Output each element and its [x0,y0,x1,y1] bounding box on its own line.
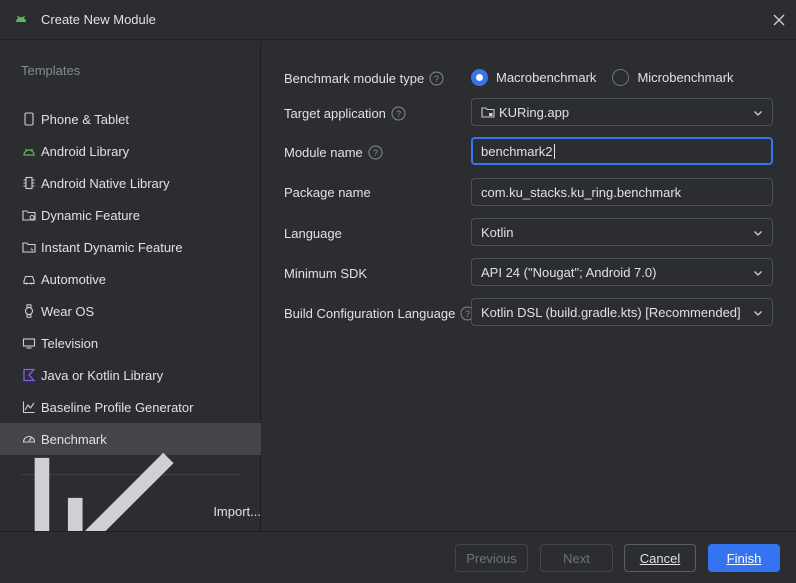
sidebar-item-label: Android Native Library [41,175,170,191]
sidebar-item-label: Dynamic Feature [41,207,140,223]
tv-icon [22,338,36,349]
sidebar-item-label: Android Library [41,143,130,159]
module-config-form: Benchmark module type ? Macrobenchmark M… [262,41,796,531]
next-label: Next [563,550,590,566]
sidebar-item-label: Phone & Tablet [41,111,129,127]
target-application-row: Target application ? [284,99,406,127]
cancel-label: Cancel [639,550,681,566]
target-application-dropdown[interactable]: KURing.app [471,98,773,126]
svg-text:?: ? [396,109,401,119]
sidebar-item-automotive[interactable]: Automotive [0,263,261,295]
car-icon [23,275,35,285]
module-name-input[interactable]: benchmark2 [471,137,773,165]
native-library-icon [23,176,35,190]
import-label: Import... [213,503,261,519]
radio-label: Macrobenchmark [496,69,597,85]
close-icon[interactable] [770,11,788,29]
target-application-value: KURing.app [499,104,570,120]
dynamic-feature-icon [22,210,36,221]
profile-chart-icon [22,401,35,414]
templates-label: Templates [21,63,81,78]
instant-feature-icon [22,242,36,253]
title-bar: Create New Module [0,0,796,40]
help-icon[interactable]: ? [391,106,406,121]
module-name-value: benchmark2 [481,143,553,159]
phone-icon [24,112,34,126]
sidebar-item-label: Java or Kotlin Library [41,367,164,383]
radio-label: Microbenchmark [637,69,734,85]
sidebar-item-label: Wear OS [41,303,95,319]
sidebar-item-television[interactable]: Television [0,327,261,359]
sidebar-item-android-library[interactable]: Android Library [0,135,261,167]
finish-button[interactable]: Finish [708,544,780,572]
macrobenchmark-radio[interactable]: Macrobenchmark [471,68,597,86]
sidebar-item-java-kotlin-library[interactable]: Java or Kotlin Library [0,359,261,391]
build-config-language-value: Kotlin DSL (build.gradle.kts) [Recommend… [481,304,741,320]
previous-label: Previous [466,550,517,566]
language-dropdown[interactable]: Kotlin [471,218,773,246]
templates-sidebar: Templates Phone & Tablet Android Library… [0,41,261,583]
kotlin-icon [23,368,36,382]
cancel-button[interactable]: Cancel [624,544,696,572]
package-name-value: com.ku_stacks.ku_ring.benchmark [481,184,682,200]
benchmark-type-label: Benchmark module type [284,70,425,86]
chevron-down-icon [754,311,762,316]
language-value: Kotlin [481,224,514,240]
module-name-label: Module name [284,144,363,160]
sidebar-item-phone-tablet[interactable]: Phone & Tablet [0,103,261,135]
module-folder-icon [481,107,495,118]
watch-icon [24,304,34,318]
sidebar-item-label: Baseline Profile Generator [41,399,194,415]
finish-label: Finish [726,550,762,566]
minimum-sdk-row: Minimum SDK [284,259,367,287]
previous-button[interactable]: Previous [455,544,528,572]
help-icon[interactable]: ? [429,71,444,86]
microbenchmark-radio[interactable]: Microbenchmark [612,68,734,86]
help-icon[interactable]: ? [368,145,383,160]
package-name-label: Package name [284,184,371,200]
sidebar-item-instant-dynamic-feature[interactable]: Instant Dynamic Feature [0,231,261,263]
svg-text:?: ? [434,74,439,84]
dialog-title: Create New Module [41,12,156,27]
minimum-sdk-dropdown[interactable]: API 24 ("Nougat"; Android 7.0) [471,258,773,286]
sidebar-item-label: Television [41,335,99,351]
package-name-row: Package name [284,178,371,206]
minimum-sdk-label: Minimum SDK [284,265,368,281]
svg-text:?: ? [373,148,378,158]
language-label: Language [284,225,342,241]
svg-text:?: ? [465,309,470,319]
radio-selected-indicator [471,68,488,86]
android-icon [23,148,35,156]
text-caret [553,143,555,159]
package-name-input[interactable]: com.ku_stacks.ku_ring.benchmark [471,178,773,206]
build-config-language-dropdown[interactable]: Kotlin DSL (build.gradle.kts) [Recommend… [471,298,773,326]
chevron-down-icon [754,231,762,236]
benchmark-type-radio-group: Macrobenchmark Microbenchmark [471,66,750,88]
minimum-sdk-value: API 24 ("Nougat"; Android 7.0) [481,264,657,280]
build-config-language-label: Build Configuration Language [284,305,456,321]
radio-unselected-indicator [612,68,630,86]
sidebar-item-wear-os[interactable]: Wear OS [0,295,261,327]
android-studio-icon [16,15,26,22]
benchmark-type-row: Benchmark module type ? [284,64,444,92]
sidebar-item-dynamic-feature[interactable]: Dynamic Feature [0,199,261,231]
import-button[interactable]: Import... [0,452,261,583]
language-row: Language [284,219,342,247]
target-application-label: Target application [284,105,386,121]
sidebar-item-android-native-library[interactable]: Android Native Library [0,167,261,199]
next-button[interactable]: Next [540,544,613,572]
build-config-language-row: Build Configuration Language ? [284,299,475,327]
sidebar-item-label: Instant Dynamic Feature [41,239,183,255]
chevron-down-icon [754,271,762,276]
module-name-row: Module name ? [284,138,383,166]
dialog-footer: Previous Next Cancel Finish [0,531,796,583]
sidebar-item-label: Automotive [41,271,107,287]
chevron-down-icon [754,111,762,116]
